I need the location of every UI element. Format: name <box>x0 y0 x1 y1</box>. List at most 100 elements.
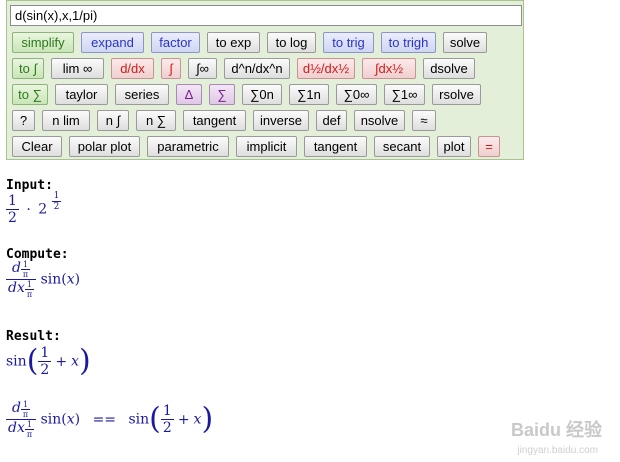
eq-order-numerator-den: 1 <box>26 420 33 429</box>
power-exponent-fraction: 1 2 <box>51 191 62 212</box>
eq-result-sin: sin <box>128 411 150 428</box>
calculator-panel: simplify expand factor to exp to log to … <box>6 0 524 160</box>
eq-order-numerator: 1 <box>22 400 29 409</box>
plus-sign: + <box>55 353 68 370</box>
sum-0-n-button[interactable]: ∑0n <box>242 84 282 105</box>
order-fraction: 1π <box>20 260 31 279</box>
numeric-limit-button[interactable]: n lim <box>42 110 90 131</box>
parametric-button[interactable]: parametric <box>147 136 229 157</box>
eq-plus-sign: + <box>177 411 190 428</box>
taylor-button[interactable]: taylor <box>55 84 108 105</box>
eq-half-denominator: 2 <box>162 420 172 436</box>
eq-derivative-numerator: d1π <box>10 400 32 419</box>
rsolve-button[interactable]: rsolve <box>432 84 481 105</box>
half-integral-button[interactable]: ∫dx½ <box>362 58 416 79</box>
sin-function: sin <box>40 271 62 288</box>
sum-button[interactable]: ∑ <box>209 84 235 105</box>
eq-derivative-denominator: dx 1 π <box>6 420 36 439</box>
eq-d-symbol: d <box>11 400 21 416</box>
eq-half-numerator: 1 <box>162 403 172 419</box>
polar-plot-button[interactable]: polar plot <box>69 136 140 157</box>
secant-button[interactable]: secant <box>374 136 430 157</box>
equals-sign: == <box>92 411 117 428</box>
result-math: sin(1 2 + x) <box>6 345 91 378</box>
eq-order-denominator-den: π <box>26 430 33 439</box>
result-label: Result: <box>6 329 61 344</box>
watermark-url: jingyan.baidu.com <box>517 445 598 456</box>
equals-button[interactable]: = <box>478 136 500 157</box>
result-half-fraction: 12 <box>38 345 52 378</box>
help-button[interactable]: ? <box>12 110 35 131</box>
exponent-numerator: 1 <box>53 191 60 201</box>
sum-1-infinity-button[interactable]: ∑1∞ <box>384 84 425 105</box>
to-trig-button[interactable]: to trig <box>323 32 374 53</box>
numeric-integral-button[interactable]: n ∫ <box>97 110 129 131</box>
def-button[interactable]: def <box>316 110 347 131</box>
eq-dx-symbol: dx <box>8 420 25 436</box>
eq-sin: sin <box>40 411 62 428</box>
tangent-plot-button[interactable]: tangent <box>304 136 367 157</box>
to-exp-button[interactable]: to exp <box>207 32 260 53</box>
tangent-button[interactable]: tangent <box>183 110 246 131</box>
input-coefficient-fraction: 1 2 <box>6 193 19 226</box>
multiply-dot: · <box>26 201 31 218</box>
delta-button[interactable]: Δ <box>176 84 202 105</box>
x-variable: x <box>66 271 75 288</box>
order-denominator: π <box>22 270 29 279</box>
fraction-denominator: 2 <box>8 210 17 226</box>
derivative-button[interactable]: d/dx <box>111 58 154 79</box>
compute-function: sin(x) <box>40 271 81 288</box>
power-base: 2 <box>38 201 48 218</box>
expand-button[interactable]: expand <box>81 32 144 53</box>
lim-infinity-button[interactable]: lim ∞ <box>51 58 104 79</box>
half-numerator: 1 <box>40 345 50 361</box>
order-fraction-den: 1π <box>24 280 35 299</box>
fraction-numerator: 1 <box>8 193 17 209</box>
equation-math: d1π dx 1 π sin(x) == sin(1 2 + x) <box>6 400 213 439</box>
solve-button[interactable]: solve <box>443 32 487 53</box>
input-math: 1 2 · 2 1 2 <box>6 191 62 226</box>
sum-0-infinity-button[interactable]: ∑0∞ <box>336 84 377 105</box>
eq-derivative-operator: d1π dx 1 π <box>6 400 37 439</box>
order-numerator: 1 <box>22 260 29 269</box>
to-sum-button[interactable]: to ∑ <box>12 84 48 105</box>
result-sin: sin <box>6 353 27 370</box>
inverse-button[interactable]: inverse <box>253 110 309 131</box>
nsolve-button[interactable]: nsolve <box>354 110 405 131</box>
derivative-denominator: dx 1 π <box>6 280 36 299</box>
half-denominator: 2 <box>40 362 50 378</box>
approx-button[interactable]: ≈ <box>412 110 436 131</box>
half-derivative-button[interactable]: d½/dx½ <box>297 58 355 79</box>
exponent-denominator: 2 <box>53 202 60 212</box>
to-trigh-button[interactable]: to trigh <box>381 32 436 53</box>
eq-function: sin(x) <box>40 411 81 428</box>
dsolve-button[interactable]: dsolve <box>423 58 475 79</box>
eq-order-denominator: π <box>22 410 29 419</box>
order-denominator-den: π <box>26 290 33 299</box>
derivative-numerator: d1π <box>10 260 32 279</box>
nth-derivative-button[interactable]: d^n/dx^n <box>224 58 290 79</box>
eq-open-paren: ( <box>149 401 161 437</box>
order-numerator-den: 1 <box>26 280 33 289</box>
integral-infinity-button[interactable]: ∫∞ <box>188 58 217 79</box>
simplify-button[interactable]: simplify <box>12 32 74 53</box>
eq-close-paren: ) <box>201 401 214 437</box>
integral-button[interactable]: ∫ <box>161 58 181 79</box>
result-x: x <box>71 353 79 370</box>
plot-button[interactable]: plot <box>437 136 471 157</box>
derivative-operator-fraction: d1π dx 1 π <box>6 260 37 299</box>
numeric-sum-button[interactable]: n ∑ <box>136 110 176 131</box>
sum-1-n-button[interactable]: ∑1n <box>289 84 329 105</box>
factor-button[interactable]: factor <box>151 32 200 53</box>
implicit-button[interactable]: implicit <box>236 136 297 157</box>
expression-input[interactable] <box>10 5 522 26</box>
to-integral-button[interactable]: to ∫ <box>12 58 44 79</box>
d-symbol: d <box>11 260 21 276</box>
eq-x: x <box>66 411 75 428</box>
to-log-button[interactable]: to log <box>267 32 316 53</box>
series-button[interactable]: series <box>115 84 169 105</box>
clear-button[interactable]: Clear <box>12 136 62 157</box>
open-paren: ( <box>26 343 39 379</box>
close-paren: ) <box>78 343 91 379</box>
eq-half-fraction: 12 <box>160 403 174 436</box>
